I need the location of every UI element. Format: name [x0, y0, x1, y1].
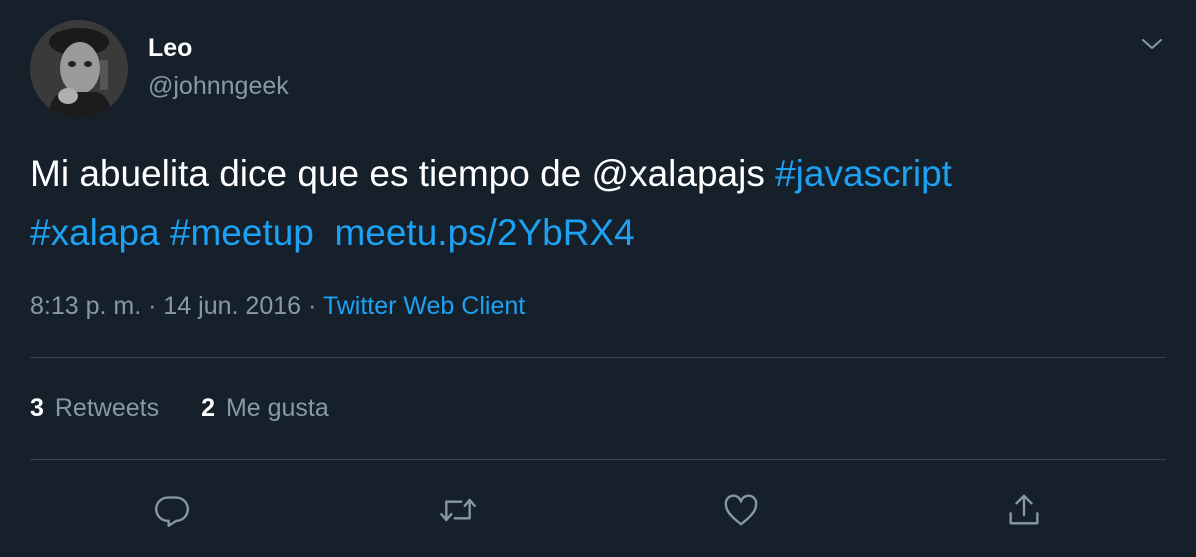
tweet-text-plain: Mi abuelita dice que es tiempo de [30, 153, 592, 194]
meta-separator: · [307, 292, 317, 320]
tweet-text-mention[interactable]: @xalapajs [592, 153, 765, 194]
retweet-icon [440, 498, 476, 522]
tweet-stats: 3 Retweets 2 Me gusta [30, 394, 371, 423]
more-options-button[interactable] [1134, 26, 1170, 62]
divider [30, 459, 1166, 460]
retweets-count: 3 [30, 394, 44, 422]
tweet-meta: 8:13 p. m. · 14 jun. 2016 · Twitter Web … [30, 292, 525, 321]
tweet-client-link[interactable]: Twitter Web Client [323, 292, 525, 320]
divider [30, 357, 1166, 358]
heart-icon [724, 494, 758, 526]
reply-button[interactable] [150, 488, 194, 532]
avatar[interactable] [30, 20, 128, 118]
meta-separator: · [148, 292, 157, 320]
tweet-date[interactable]: 14 jun. 2016 [163, 292, 301, 320]
chevron-down-icon [1142, 39, 1162, 49]
retweets-stat[interactable]: 3 Retweets [30, 394, 159, 423]
author-handle[interactable]: @johnngeek [148, 72, 289, 101]
tweet-url-link[interactable]: meetu.ps/2YbRX4 [334, 212, 634, 253]
reply-icon [155, 496, 189, 527]
like-button[interactable] [719, 488, 763, 532]
retweets-label: Retweets [54, 394, 160, 422]
hashtag-link[interactable]: #javascript [775, 153, 952, 194]
hashtag-link[interactable]: #meetup [170, 212, 314, 253]
likes-label: Me gusta [225, 394, 329, 422]
share-button[interactable] [1002, 488, 1046, 532]
retweet-button[interactable] [436, 488, 480, 532]
avatar-image [30, 20, 128, 118]
likes-count: 2 [201, 394, 215, 422]
tweet-text: Mi abuelita dice que es tiempo de @xalap… [30, 144, 1160, 262]
share-icon [1009, 494, 1039, 525]
author-display-name[interactable]: Leo [148, 34, 192, 63]
tweet-time[interactable]: 8:13 p. m. [30, 292, 141, 320]
likes-stat[interactable]: 2 Me gusta [201, 394, 329, 423]
hashtag-link[interactable]: #xalapa [30, 212, 160, 253]
